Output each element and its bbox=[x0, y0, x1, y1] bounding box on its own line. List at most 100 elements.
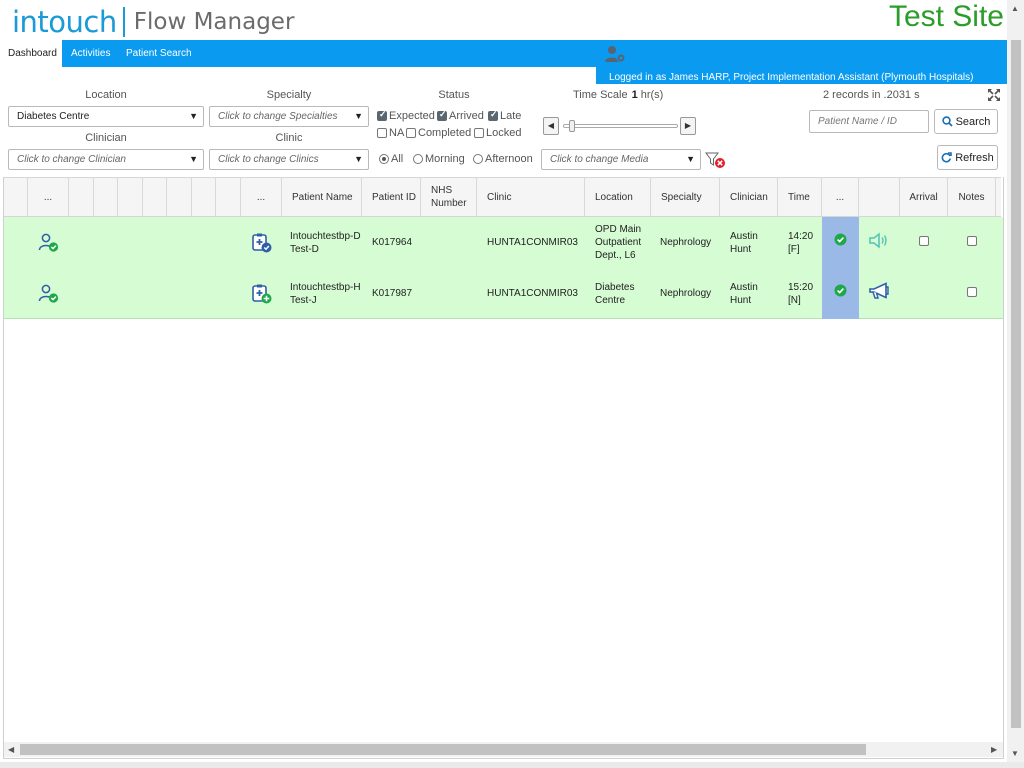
grid-border-right bbox=[1003, 177, 1004, 759]
checkbox-late[interactable] bbox=[488, 109, 498, 121]
status-arrived-label: Arrived bbox=[449, 110, 484, 122]
appointment-time: 14:20 [F] bbox=[788, 230, 814, 255]
col-blank-6[interactable] bbox=[167, 178, 192, 216]
scroll-down-icon[interactable]: ▼ bbox=[1011, 749, 1019, 758]
time-scale-slider[interactable]: ◀ ▶ bbox=[543, 117, 696, 135]
checkbox-expected[interactable] bbox=[377, 109, 387, 121]
col-blank-5[interactable] bbox=[143, 178, 167, 216]
clear-filter-icon[interactable] bbox=[705, 151, 727, 169]
specialty: Nephrology bbox=[660, 288, 712, 299]
col-arrival[interactable]: Arrival bbox=[900, 178, 948, 216]
col-blank-7[interactable] bbox=[192, 178, 216, 216]
scroll-right-icon[interactable]: ▶ bbox=[991, 745, 997, 754]
radio-all[interactable] bbox=[379, 154, 389, 164]
slider-left-icon[interactable]: ◀ bbox=[543, 117, 559, 135]
status-expected[interactable]: Expected bbox=[377, 109, 435, 122]
notes-checkbox[interactable] bbox=[967, 236, 977, 246]
clinician: Austin Hunt bbox=[730, 230, 758, 255]
col-dots-1[interactable]: ... bbox=[28, 178, 69, 216]
status-expected-label: Expected bbox=[389, 110, 435, 122]
slider-right-icon[interactable]: ▶ bbox=[680, 117, 696, 135]
clinical-record-check-icon[interactable] bbox=[241, 217, 282, 268]
time-scale: Time Scale 1 hr(s) bbox=[573, 89, 663, 101]
check-circle-icon[interactable] bbox=[834, 284, 847, 297]
col-blank-8[interactable] bbox=[216, 178, 241, 216]
status-late-label: Late bbox=[500, 110, 522, 122]
clinic-code: HUNTA1CONMIR03 bbox=[487, 288, 578, 299]
clinician-select[interactable]: Click to change Clinician ▼ bbox=[8, 149, 204, 170]
col-notes[interactable]: Notes bbox=[948, 178, 996, 216]
radio-morning[interactable] bbox=[413, 154, 423, 164]
refresh-button[interactable]: Refresh bbox=[937, 145, 998, 170]
col-blank-9[interactable] bbox=[859, 178, 900, 216]
col-patient-id[interactable]: Patient ID bbox=[362, 178, 421, 216]
patient-search-input[interactable]: Patient Name / ID bbox=[809, 110, 929, 133]
site-label: Test Site bbox=[888, 0, 1004, 33]
col-blank-1[interactable] bbox=[4, 178, 28, 216]
fullscreen-icon[interactable] bbox=[987, 88, 1001, 102]
col-clinic[interactable]: Clinic bbox=[477, 178, 585, 216]
patient-arrived-icon[interactable] bbox=[28, 217, 69, 268]
location-select[interactable]: Diabetes Centre ▼ bbox=[8, 106, 204, 127]
status-locked-label: Locked bbox=[486, 127, 522, 139]
user-settings-icon[interactable] bbox=[604, 44, 628, 64]
col-clinician[interactable]: Clinician bbox=[720, 178, 778, 216]
location-label: Location bbox=[85, 89, 127, 101]
clinic-select[interactable]: Click to change Clinics ▼ bbox=[209, 149, 369, 170]
patient-name[interactable]: Intouchtestbp-H Test-J bbox=[290, 268, 362, 319]
notes-checkbox[interactable] bbox=[967, 287, 977, 297]
radio-afternoon[interactable] bbox=[473, 154, 483, 164]
search-button[interactable]: Search bbox=[934, 109, 998, 134]
col-dots-2[interactable]: ... bbox=[241, 178, 282, 216]
session-all[interactable]: All bbox=[379, 153, 403, 165]
logged-in-text: Logged in as James HARP, Project Impleme… bbox=[609, 72, 974, 83]
checkbox-locked[interactable] bbox=[474, 128, 484, 138]
col-blank-4[interactable] bbox=[118, 178, 143, 216]
checkbox-arrived[interactable] bbox=[437, 109, 447, 121]
media-select[interactable]: Click to change Media ▼ bbox=[541, 149, 701, 170]
vertical-scroll-thumb[interactable] bbox=[1011, 40, 1021, 728]
status-locked[interactable]: Locked bbox=[474, 127, 521, 139]
col-specialty[interactable]: Specialty bbox=[651, 178, 720, 216]
check-circle-icon[interactable] bbox=[834, 233, 847, 246]
speaker-icon[interactable] bbox=[868, 232, 890, 249]
scroll-left-icon[interactable]: ◀ bbox=[8, 745, 14, 754]
specialty-select[interactable]: Click to change Specialties ▼ bbox=[209, 106, 369, 127]
checkbox-na[interactable] bbox=[377, 128, 387, 138]
session-afternoon[interactable]: Afternoon bbox=[473, 153, 533, 165]
status-arrived[interactable]: Arrived bbox=[437, 109, 484, 122]
horizontal-scroll-thumb[interactable] bbox=[20, 744, 866, 755]
slider-handle[interactable] bbox=[569, 120, 576, 132]
col-dots-3[interactable]: ... bbox=[822, 178, 859, 216]
col-time[interactable]: Time bbox=[778, 178, 822, 216]
patient-id: K017987 bbox=[372, 288, 413, 299]
clinical-record-add-icon[interactable] bbox=[241, 268, 282, 319]
checkbox-completed[interactable] bbox=[406, 128, 416, 138]
status-completed-label: Completed bbox=[418, 127, 472, 139]
grid-border-bottom bbox=[3, 758, 1004, 759]
megaphone-icon[interactable] bbox=[868, 282, 890, 301]
patient-arrived-icon[interactable] bbox=[28, 268, 69, 319]
col-blank-2[interactable] bbox=[69, 178, 94, 216]
col-patient-name[interactable]: Patient Name bbox=[282, 178, 362, 216]
clinic-placeholder: Click to change Clinics bbox=[218, 154, 319, 165]
status-na-label: NA bbox=[389, 127, 405, 139]
arrival-checkbox[interactable] bbox=[919, 236, 929, 246]
status-na[interactable]: NA bbox=[377, 127, 404, 139]
specialty-placeholder: Click to change Specialties bbox=[218, 111, 338, 122]
slider-track[interactable] bbox=[563, 124, 678, 128]
col-location[interactable]: Location bbox=[585, 178, 651, 216]
col-nhs-number[interactable]: NHS Number bbox=[421, 178, 477, 216]
tab-activities[interactable]: Activities bbox=[63, 40, 118, 67]
specialty-label: Specialty bbox=[266, 89, 312, 101]
col-blank-3[interactable] bbox=[94, 178, 118, 216]
tab-patient-search[interactable]: Patient Search bbox=[118, 40, 200, 67]
scroll-up-icon[interactable]: ▲ bbox=[1011, 4, 1019, 13]
session-morning[interactable]: Morning bbox=[413, 153, 465, 165]
status-late[interactable]: Late bbox=[488, 109, 522, 122]
tab-dashboard[interactable]: Dashboard bbox=[0, 40, 62, 67]
logo-divider bbox=[122, 7, 125, 37]
patient-name[interactable]: Intouchtestbp-D Test-D bbox=[290, 217, 362, 268]
chevron-down-icon: ▼ bbox=[354, 111, 363, 121]
status-completed[interactable]: Completed bbox=[406, 127, 471, 139]
